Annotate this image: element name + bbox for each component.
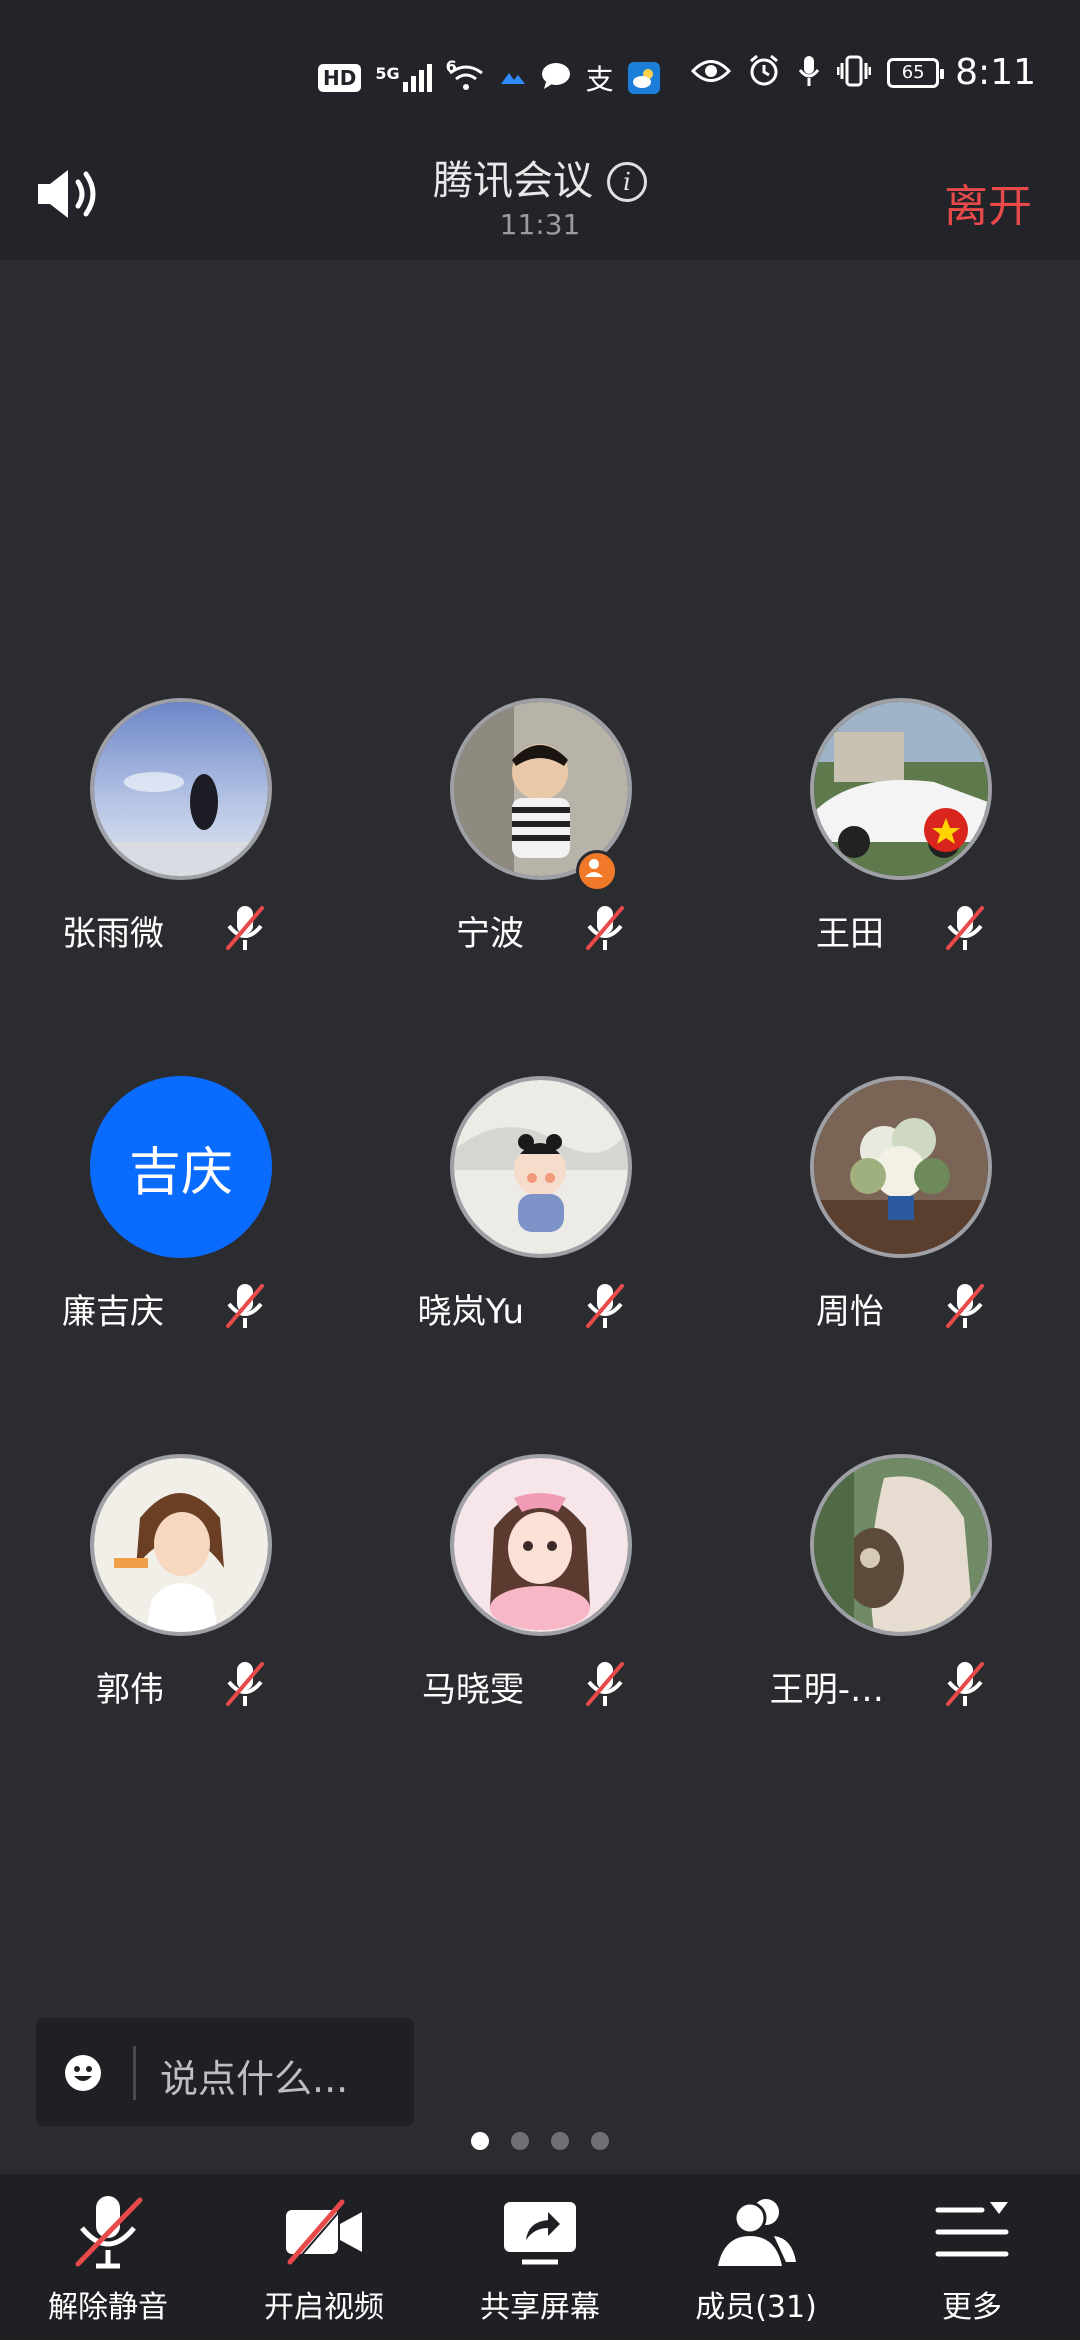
participant-name: 王明-… bbox=[769, 1670, 884, 1710]
mic-muted-icon bbox=[582, 1658, 628, 1710]
battery-icon: 65 bbox=[887, 57, 945, 88]
participant-name-row: 王田 bbox=[720, 902, 1080, 954]
avatar bbox=[810, 1454, 992, 1636]
eye-icon bbox=[691, 58, 732, 88]
weather-icon bbox=[627, 62, 660, 94]
participant-name: 周怡 bbox=[816, 1292, 884, 1332]
participant-tile[interactable]: 晓岚Yu bbox=[360, 1068, 720, 1368]
participant-name: 宁波 bbox=[456, 914, 524, 954]
mic-muted-icon bbox=[942, 902, 988, 954]
more-label: 更多 bbox=[942, 2290, 1002, 2325]
participant-tile[interactable]: 宁波 bbox=[360, 690, 720, 990]
page-indicator bbox=[0, 2132, 1080, 2150]
host-badge-icon bbox=[576, 850, 618, 892]
participant-name: 郭伟 bbox=[96, 1670, 164, 1710]
chat-input[interactable]: 说点什么... bbox=[36, 2018, 414, 2126]
avatar bbox=[450, 1076, 632, 1258]
members-label: 成员(31) bbox=[695, 2290, 817, 2325]
meeting-title-text: 腾讯会议 bbox=[433, 158, 593, 204]
avatar bbox=[450, 1454, 632, 1636]
divider bbox=[133, 2046, 136, 2100]
alarm-icon bbox=[747, 54, 781, 92]
status-bar: HD 5G 6 支 65 8:11 bbox=[0, 0, 1080, 130]
more-button[interactable]: 更多 bbox=[864, 2174, 1080, 2340]
more-menu-icon bbox=[932, 2192, 1012, 2272]
meeting-header: 腾讯会议 i 11:31 离开 bbox=[0, 130, 1080, 260]
avatar bbox=[90, 698, 272, 880]
status-left-icons: HD 5G 6 支 bbox=[318, 57, 660, 98]
message-icon bbox=[540, 62, 572, 94]
page-dot-active[interactable] bbox=[471, 2132, 489, 2150]
share-screen-label: 共享屏幕 bbox=[480, 2290, 600, 2325]
start-video-label: 开启视频 bbox=[264, 2290, 384, 2325]
participant-name-row: 晓岚Yu bbox=[360, 1280, 720, 1332]
participant-name-row: 马晓雯 bbox=[360, 1658, 720, 1710]
page-dot[interactable] bbox=[511, 2132, 529, 2150]
app-icon bbox=[500, 70, 526, 86]
avatar bbox=[810, 1076, 992, 1258]
meeting-duration: 11:31 bbox=[499, 208, 581, 241]
participant-tile[interactable]: 王田 bbox=[720, 690, 1080, 990]
participant-name: 廉吉庆 bbox=[62, 1292, 164, 1332]
bottom-toolbar: 解除静音 开启视频 共享屏幕 成员(31) 更多 bbox=[0, 2174, 1080, 2340]
participant-name: 张雨微 bbox=[62, 914, 164, 954]
participant-tile[interactable]: 周怡 bbox=[720, 1068, 1080, 1368]
wifi-6-icon: 6 bbox=[446, 57, 486, 93]
participant-name-row: 王明-… bbox=[720, 1658, 1080, 1710]
chat-placeholder: 说点什么... bbox=[160, 2057, 349, 2101]
clock: 8:11 bbox=[955, 52, 1036, 93]
mic-muted-icon bbox=[582, 902, 628, 954]
mic-muted-icon bbox=[942, 1280, 988, 1332]
mic-muted-icon bbox=[942, 1658, 988, 1710]
unmute-button[interactable]: 解除静音 bbox=[0, 2174, 216, 2340]
participant-name: 王田 bbox=[816, 914, 884, 954]
members-button[interactable]: 成员(31) bbox=[648, 2174, 864, 2340]
mic-icon bbox=[797, 54, 821, 92]
avatar bbox=[90, 1454, 272, 1636]
hd-icon: HD bbox=[318, 64, 362, 92]
participant-name-row: 张雨微 bbox=[0, 902, 360, 954]
status-right-icons: 65 8:11 bbox=[691, 52, 1036, 93]
emoji-icon[interactable] bbox=[64, 2054, 102, 2092]
start-video-button[interactable]: 开启视频 bbox=[216, 2174, 432, 2340]
mic-muted-icon bbox=[222, 902, 268, 954]
mic-muted-icon bbox=[582, 1280, 628, 1332]
participant-tile[interactable]: 郭伟 bbox=[0, 1446, 360, 1746]
members-icon bbox=[716, 2192, 796, 2272]
5g-signal-icon: 5G bbox=[375, 64, 432, 92]
page-dot[interactable] bbox=[551, 2132, 569, 2150]
share-screen-button[interactable]: 共享屏幕 bbox=[432, 2174, 648, 2340]
participant-name-row: 宁波 bbox=[360, 902, 720, 954]
avatar: 吉庆 bbox=[90, 1076, 272, 1258]
participant-name-row: 郭伟 bbox=[0, 1658, 360, 1710]
participant-name-row: 廉吉庆 bbox=[0, 1280, 360, 1332]
alipay-icon: 支 bbox=[585, 63, 614, 96]
video-off-icon bbox=[284, 2192, 364, 2272]
participant-name: 马晓雯 bbox=[422, 1670, 524, 1710]
meeting-title[interactable]: 腾讯会议 i bbox=[0, 148, 1080, 206]
participant-tile[interactable]: 吉庆 廉吉庆 bbox=[0, 1068, 360, 1368]
mic-muted-icon bbox=[68, 2192, 148, 2272]
unmute-label: 解除静音 bbox=[48, 2290, 168, 2325]
participant-tile[interactable]: 张雨微 bbox=[0, 690, 360, 990]
participant-name: 晓岚Yu bbox=[417, 1292, 524, 1332]
mic-muted-icon bbox=[222, 1658, 268, 1710]
vibrate-icon bbox=[836, 55, 872, 91]
leave-button[interactable]: 离开 bbox=[944, 170, 1032, 234]
participant-name-row: 周怡 bbox=[720, 1280, 1080, 1332]
participant-tile[interactable]: 王明-… bbox=[720, 1446, 1080, 1746]
page-dot[interactable] bbox=[591, 2132, 609, 2150]
info-icon[interactable]: i bbox=[607, 162, 647, 202]
avatar bbox=[810, 698, 992, 880]
share-screen-icon bbox=[500, 2192, 580, 2272]
participant-tile[interactable]: 马晓雯 bbox=[360, 1446, 720, 1746]
mic-muted-icon bbox=[222, 1280, 268, 1332]
